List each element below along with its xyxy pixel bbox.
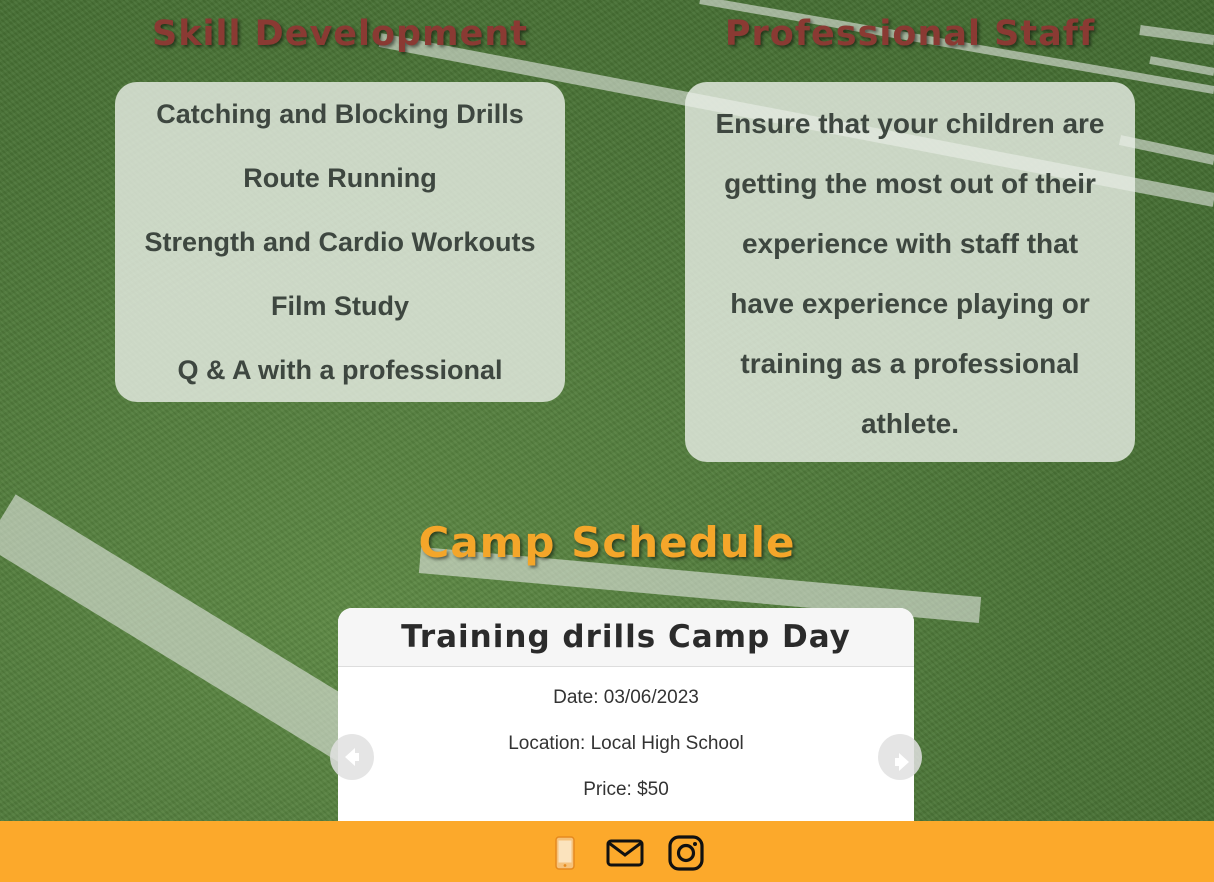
staff-description-line: training as a professional <box>740 348 1080 379</box>
carousel-next-button[interactable] <box>878 734 922 780</box>
phone-icon[interactable] <box>552 835 578 876</box>
skill-item: Route Running <box>243 163 437 193</box>
staff-description-line: have experience playing or <box>730 288 1090 319</box>
event-title: Training drills Camp Day <box>338 608 914 667</box>
skill-item: Film Study <box>270 291 409 321</box>
staff-description: Ensure that your children are getting th… <box>703 94 1117 454</box>
professional-staff-card: Ensure that your children are getting th… <box>685 82 1135 462</box>
staff-description-line: getting the most out of their <box>724 168 1096 199</box>
instagram-icon[interactable] <box>667 834 705 877</box>
event-price: Price: $50 <box>583 779 669 800</box>
event-card: Training drills Camp Day Date: 03/06/202… <box>338 608 914 848</box>
skill-development-card: Catching and Blocking Drills Route Runni… <box>115 82 565 402</box>
event-date: Date: 03/06/2023 <box>553 687 699 708</box>
skill-item: Q & A with a professional <box>177 355 503 385</box>
staff-description-line: athlete. <box>860 408 960 439</box>
carousel-prev-button[interactable] <box>330 734 374 780</box>
professional-staff-title: Professional Staff <box>724 14 1096 54</box>
camp-schedule-title: Camp Schedule <box>418 518 796 567</box>
arrow-left-icon <box>345 748 359 766</box>
skill-list: Catching and Blocking Drills Route Runni… <box>115 82 565 402</box>
mail-icon[interactable] <box>606 839 644 872</box>
skill-item: Strength and Cardio Workouts <box>144 227 536 257</box>
skill-item: Catching and Blocking Drills <box>156 99 524 129</box>
footer <box>0 821 1214 882</box>
staff-description-line: experience with staff that <box>741 228 1079 259</box>
skill-development-title: Skill Development <box>152 14 528 54</box>
staff-description-line: Ensure that your children are <box>715 108 1105 139</box>
event-location: Location: Local High School <box>508 733 744 754</box>
event-details: Date: 03/06/2023 Location: Local High Sc… <box>338 667 914 813</box>
arrow-right-icon <box>895 753 909 771</box>
